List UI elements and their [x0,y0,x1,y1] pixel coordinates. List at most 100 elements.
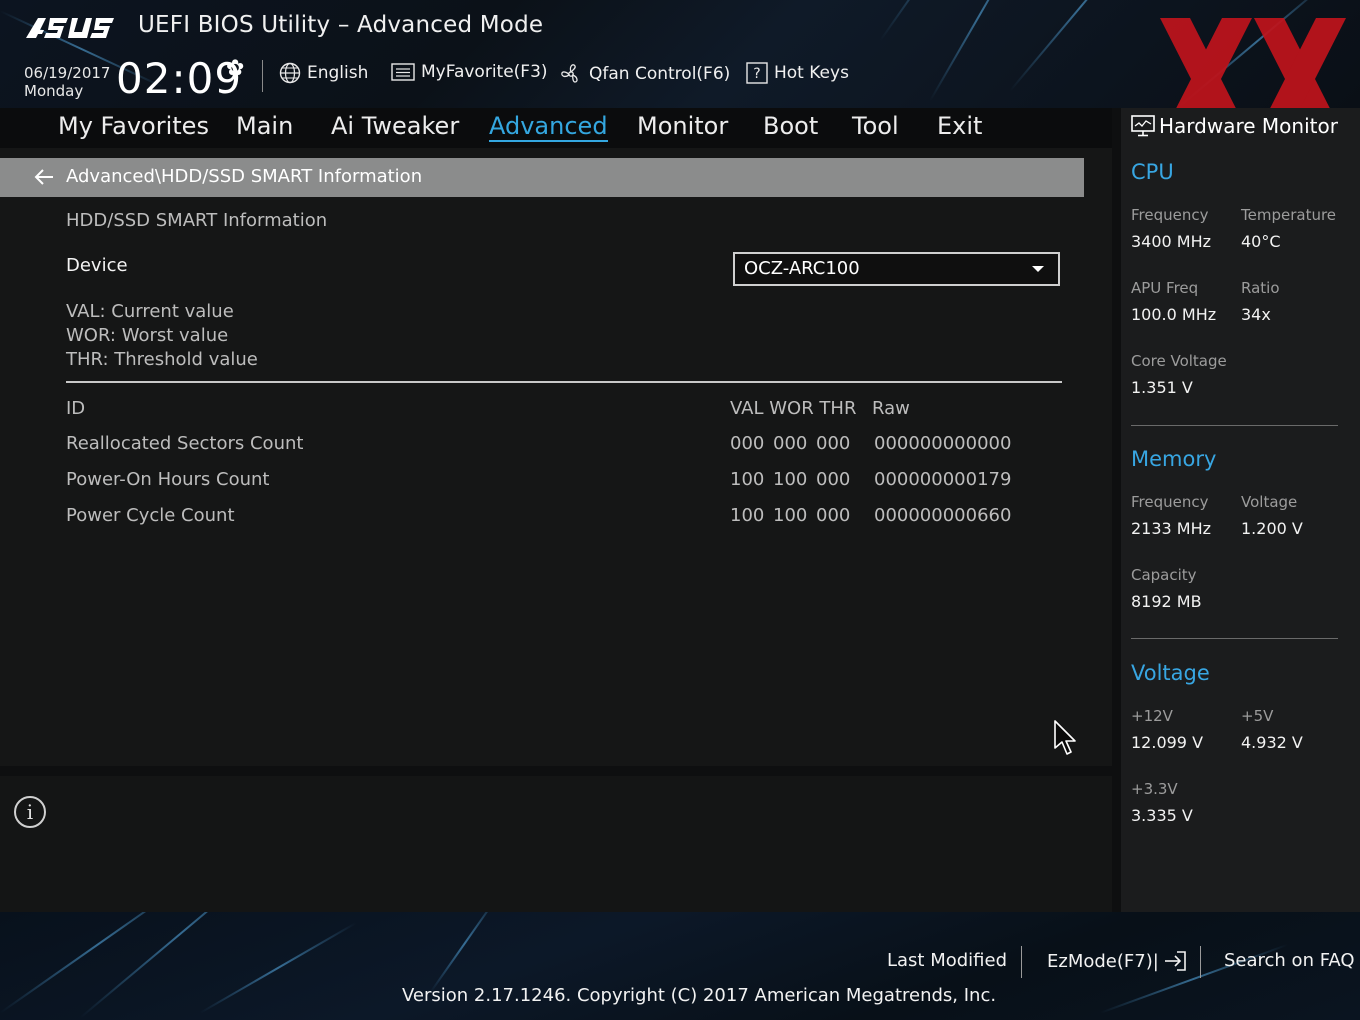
v33-value: 3.335 V [1131,806,1193,825]
legend-wor: WOR: Worst value [66,325,229,346]
v12-value: 12.099 V [1131,733,1204,752]
breadcrumb-path: Advanced\HDD/SSD SMART Information [66,166,423,187]
memory-capacity-label: Capacity [1131,566,1197,584]
v5-value: 4.932 V [1241,733,1303,752]
myfavorite-label: MyFavorite(F3) [421,62,548,82]
gear-icon[interactable]: ✿ [226,56,244,81]
app-title: UEFI BIOS Utility – Advanced Mode [138,12,544,38]
language-button[interactable]: English [279,62,368,84]
memory-section-title: Memory [1131,447,1217,471]
footer-divider [1021,946,1022,978]
last-modified-label: Last Modified [887,950,1008,971]
attribute-thr: 000 [816,469,851,490]
day-text: Monday [24,82,84,100]
tab-exit[interactable]: Exit [937,112,982,140]
ezmode-button[interactable]: EzMode(F7)| [1047,950,1187,972]
hot-keys-label: Hot Keys [774,63,849,83]
back-arrow-icon[interactable] [33,167,55,187]
header-id: ID [66,398,86,419]
attribute-wor: 100 [773,505,808,526]
asus-logo [26,18,114,38]
date-display: 06/19/2017 Monday [24,64,110,100]
header-divider [262,60,263,92]
version-text: Version 2.17.1246. Copyright (C) 2017 Am… [402,985,997,1006]
cpu-section-title: CPU [1131,160,1174,184]
hot-keys-button[interactable]: ? Hot Keys [746,62,849,84]
attribute-val: 100 [730,469,765,490]
v5-label: +5V [1241,707,1274,725]
cpu-frequency-value: 3400 MHz [1131,232,1212,251]
header-bar: UEFI BIOS Utility – Advanced Mode 06/19/… [0,0,1360,108]
myfavorite-button[interactable]: MyFavorite(F3) [391,62,548,82]
apu-freq-value: 100.0 MHz [1131,305,1217,324]
attribute-raw: 000000000179 [874,469,1012,490]
hardware-monitor-panel: Hardware Monitor CPU Frequency Temperatu… [1121,108,1360,912]
attribute-name: Power Cycle Count [66,505,235,526]
ratio-value: 34x [1241,305,1271,324]
qfan-label: Qfan Control(F6) [589,64,731,84]
attribute-thr: 000 [816,433,851,454]
language-label: English [307,63,369,83]
header-raw: Raw [872,398,910,419]
tab-monitor[interactable]: Monitor [637,112,728,140]
divider [66,381,1062,383]
header-val-wor-thr: VAL WOR THR [730,398,857,419]
mouse-cursor-icon [1054,720,1076,755]
last-modified-button[interactable]: Last Modified [887,950,1007,971]
breadcrumb: Advanced\HDD/SSD SMART Information [0,158,1084,197]
cpu-temperature-label: Temperature [1241,206,1337,224]
favorite-list-icon [391,63,415,81]
footer-divider [1200,946,1201,978]
hardware-monitor-title: Hardware Monitor [1159,114,1338,138]
search-faq-button[interactable]: Search on FAQ [1224,950,1355,971]
tab-my-favorites[interactable]: My Favorites [58,112,209,140]
memory-voltage-label: Voltage [1241,493,1298,511]
main-content-panel: Advanced\HDD/SSD SMART Information HDD/S… [0,148,1112,766]
tab-main[interactable]: Main [236,112,293,140]
clock-display: 02:09 [116,54,243,103]
apu-freq-label: APU Freq [1131,279,1199,297]
attribute-raw: 000000000000 [874,433,1012,454]
fan-icon [561,64,578,83]
help-icon: ? [746,62,768,84]
table-row: Power-On Hours Count 100 100 000 0000000… [66,469,1062,495]
attribute-wor: 000 [773,433,808,454]
device-select[interactable]: OCZ-ARC100 [733,252,1060,286]
ezmode-label: EzMode(F7)| [1047,950,1159,972]
table-row: Reallocated Sectors Count 000 000 000 00… [66,433,1062,459]
tab-ai-tweaker[interactable]: Ai Tweaker [331,112,459,140]
attribute-val: 000 [730,433,765,454]
attribute-raw: 000000000660 [874,505,1012,526]
exit-arrow-icon [1164,951,1186,971]
v33-label: +3.3V [1131,780,1178,798]
memory-frequency-value: 2133 MHz [1131,519,1212,538]
ratio-label: Ratio [1241,279,1280,297]
hw-divider [1131,425,1338,426]
attribute-val: 100 [730,505,765,526]
search-faq-label: Search on FAQ [1224,950,1355,971]
info-icon: i [14,796,46,828]
device-label: Device [66,255,128,276]
tab-tool[interactable]: Tool [852,112,899,140]
legend-thr: THR: Threshold value [66,349,258,370]
cpu-frequency-label: Frequency [1131,206,1209,224]
qfan-control-button[interactable]: Qfan Control(F6) [559,62,730,86]
tab-boot[interactable]: Boot [763,112,818,140]
section-title: HDD/SSD SMART Information [66,210,328,231]
chevron-down-icon [1032,266,1044,272]
cpu-temperature-value: 40°C [1241,232,1281,251]
date-text: 06/19/2017 [24,64,111,82]
device-select-value: OCZ-ARC100 [744,258,860,279]
attribute-thr: 000 [816,505,851,526]
voltage-section-title: Voltage [1131,661,1210,685]
memory-capacity-value: 8192 MB [1131,592,1202,611]
memory-frequency-label: Frequency [1131,493,1209,511]
svg-text:?: ? [753,66,760,82]
globe-icon [279,62,301,84]
core-voltage-label: Core Voltage [1131,352,1227,370]
attribute-wor: 100 [773,469,808,490]
core-voltage-value: 1.351 V [1131,378,1193,397]
help-info-panel: i [0,776,1112,912]
v12-label: +12V [1131,707,1173,725]
tab-advanced[interactable]: Advanced [489,112,608,142]
